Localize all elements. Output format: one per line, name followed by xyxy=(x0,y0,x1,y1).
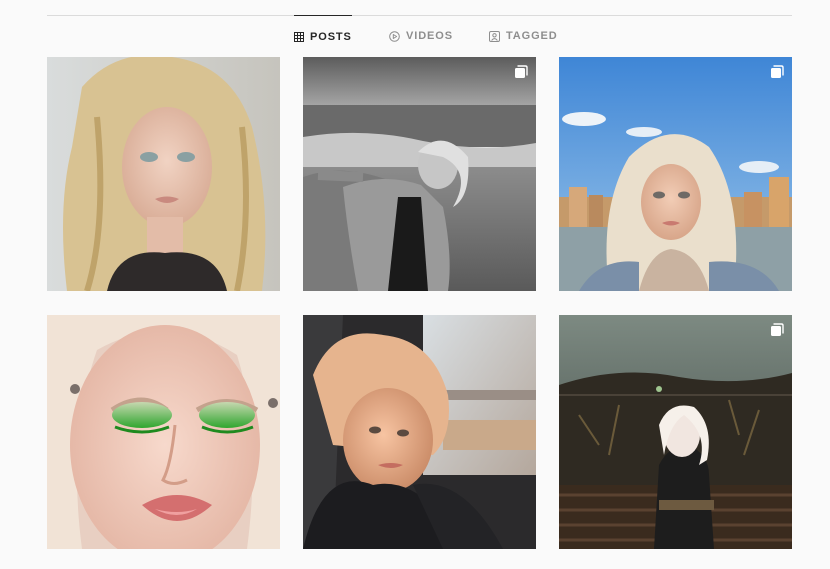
tab-videos[interactable]: VIDEOS xyxy=(389,15,453,57)
post-tile[interactable] xyxy=(303,57,536,291)
tab-videos-label: VIDEOS xyxy=(406,30,453,42)
post-photo xyxy=(559,57,792,291)
play-icon xyxy=(389,30,400,42)
profile-posts-section: POSTS VIDEOS TAGGED xyxy=(0,0,830,569)
post-photo xyxy=(47,315,280,549)
tab-tagged-label: TAGGED xyxy=(506,30,558,42)
tag-portrait-icon xyxy=(489,30,500,42)
post-tile[interactable] xyxy=(47,315,280,549)
carousel-icon xyxy=(770,323,784,337)
tab-tagged[interactable]: TAGGED xyxy=(489,15,558,57)
post-tile[interactable] xyxy=(559,57,792,291)
post-tile[interactable] xyxy=(47,57,280,291)
tab-posts[interactable]: POSTS xyxy=(294,15,352,57)
carousel-icon xyxy=(514,65,528,79)
profile-tabs: POSTS VIDEOS TAGGED xyxy=(0,15,830,57)
post-photo xyxy=(303,57,536,291)
carousel-icon xyxy=(770,65,784,79)
post-photo xyxy=(559,315,792,549)
posts-grid xyxy=(47,57,792,549)
post-tile[interactable] xyxy=(303,315,536,549)
tab-posts-label: POSTS xyxy=(310,30,352,43)
post-photo xyxy=(303,315,536,549)
post-photo xyxy=(47,57,280,291)
post-tile[interactable] xyxy=(559,315,792,549)
grid-icon xyxy=(294,31,304,42)
